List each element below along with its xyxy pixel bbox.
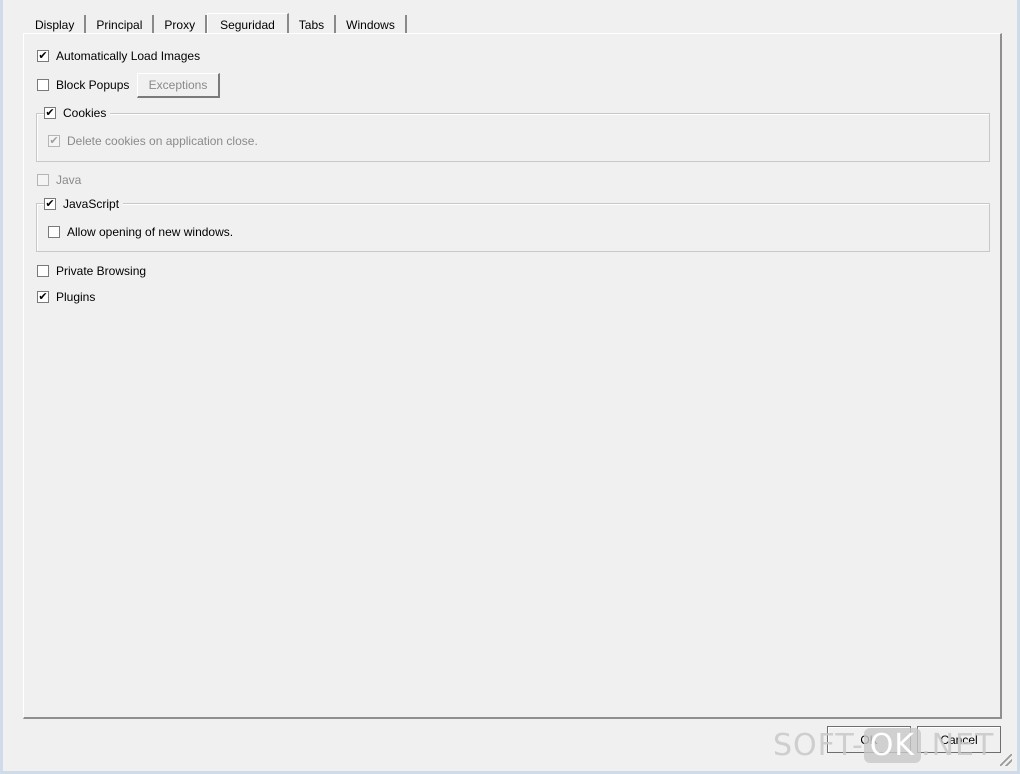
java-label: Java	[56, 173, 82, 187]
allow-new-windows-option[interactable]: Allow opening of new windows.	[48, 224, 233, 240]
tab-bar: Display Principal Proxy Seguridad Tabs W…	[24, 13, 407, 35]
cookies-checkbox[interactable]: ✔	[44, 107, 56, 119]
plugins-option[interactable]: ✔ Plugins	[37, 289, 95, 305]
block-popups-option[interactable]: Block Popups	[37, 77, 129, 93]
java-option[interactable]: Java	[37, 172, 81, 188]
tab-principal[interactable]: Principal	[86, 15, 155, 34]
private-browsing-label: Private Browsing	[56, 264, 147, 278]
auto-load-images-label: Automatically Load Images	[56, 49, 201, 63]
tab-display[interactable]: Display	[24, 15, 87, 34]
block-popups-label: Block Popups	[56, 78, 130, 92]
plugins-checkbox[interactable]: ✔	[37, 291, 49, 303]
auto-load-images-checkbox[interactable]: ✔	[37, 50, 49, 62]
resize-grip-icon[interactable]	[1000, 754, 1012, 766]
exceptions-button[interactable]: Exceptions	[137, 73, 220, 98]
javascript-checkbox[interactable]: ✔	[44, 198, 56, 210]
preferences-window: Display Principal Proxy Seguridad Tabs W…	[0, 0, 1020, 774]
cancel-button[interactable]: Cancel	[917, 726, 1001, 753]
private-browsing-option[interactable]: Private Browsing	[37, 263, 146, 279]
javascript-label: JavaScript	[63, 197, 120, 211]
auto-load-images-option[interactable]: ✔ Automatically Load Images	[37, 48, 200, 64]
allow-new-windows-label: Allow opening of new windows.	[67, 225, 234, 239]
tab-windows[interactable]: Windows	[336, 15, 407, 34]
block-popups-checkbox[interactable]	[37, 79, 49, 91]
tab-seguridad[interactable]: Seguridad	[207, 13, 289, 35]
delete-cookies-option[interactable]: ✔ Delete cookies on application close.	[48, 133, 258, 149]
javascript-group-title[interactable]: ✔ JavaScript	[44, 196, 124, 212]
java-checkbox[interactable]	[37, 174, 49, 186]
plugins-label: Plugins	[56, 290, 96, 304]
private-browsing-checkbox[interactable]	[37, 265, 49, 277]
delete-cookies-checkbox[interactable]: ✔	[48, 135, 60, 147]
cookies-label: Cookies	[63, 106, 107, 120]
security-tab-panel: ✔ Automatically Load Images Block Popups…	[23, 33, 1002, 719]
ok-button[interactable]: OK	[827, 726, 911, 753]
tab-tabs[interactable]: Tabs	[288, 15, 337, 34]
delete-cookies-label: Delete cookies on application close.	[67, 134, 258, 148]
tab-proxy[interactable]: Proxy	[154, 15, 208, 34]
cookies-group-title[interactable]: ✔ Cookies	[44, 105, 111, 121]
allow-new-windows-checkbox[interactable]	[48, 226, 60, 238]
